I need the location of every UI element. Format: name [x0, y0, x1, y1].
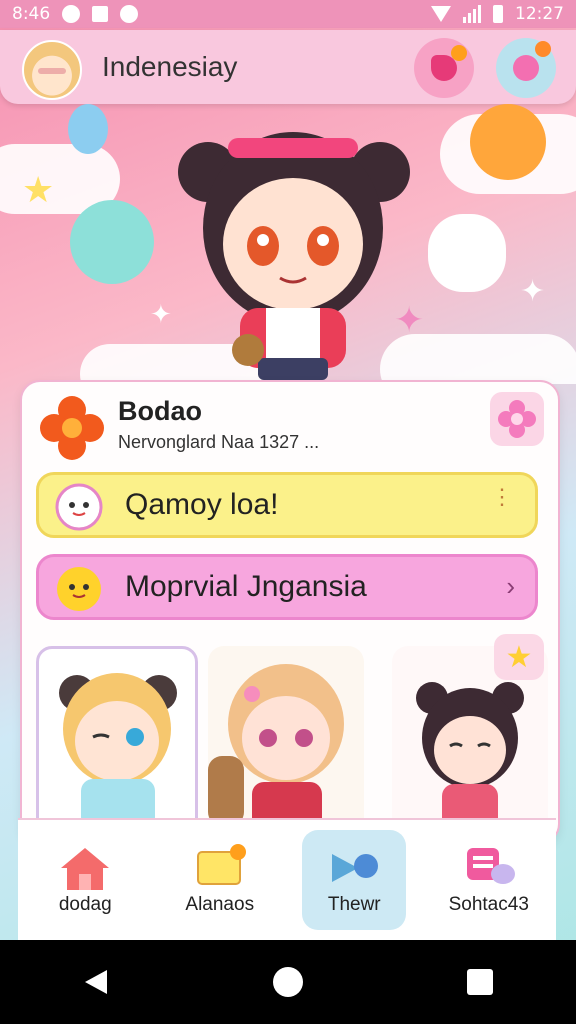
star-button[interactable]: ★ [494, 634, 544, 680]
app-header: Indenesiay [0, 30, 576, 104]
balloon-decoration [70, 200, 154, 284]
greeting-row-button[interactable]: Qamoy loa! ⋮ [36, 472, 538, 538]
bottom-nav: dodag Alanaos Thewr Sohtac43 [18, 818, 556, 940]
nav-item-video[interactable]: Thewr [302, 830, 407, 930]
message-icon [466, 848, 515, 884]
home-button[interactable] [264, 958, 312, 1006]
more-icon[interactable]: ⋮ [491, 486, 513, 508]
status-bar: 8:46 12:27 [0, 0, 576, 28]
system-nav-bar [0, 940, 576, 1024]
chibi-girl-illustration [178, 132, 410, 380]
chat-bubble-icon [431, 45, 467, 81]
app-notification-icon [92, 6, 109, 22]
signal-icon [463, 5, 481, 23]
sun-icon [57, 567, 101, 611]
notification-icon [62, 5, 81, 23]
home-icon [273, 967, 303, 997]
profile-name: Bodao [118, 396, 202, 426]
channel-row-label: Moprvial Jngansia [125, 570, 367, 603]
nav-item-chat[interactable]: Alanaos [168, 830, 272, 930]
star-icon: ★ [22, 170, 55, 211]
main-card: Bodao Nervonglard Naa 1327 ... Qamoy loa… [20, 380, 560, 844]
balloon-decoration [68, 104, 108, 154]
chevron-right-icon: › [506, 571, 515, 601]
back-button[interactable] [72, 958, 120, 1006]
ghost-decoration [428, 214, 506, 292]
nav-label: dodag [58, 894, 112, 915]
status-left: 8:46 [12, 4, 139, 24]
sync-icon [120, 5, 139, 23]
sun-face-icon [55, 483, 103, 531]
profile-subtitle: Nervonglard Naa 1327 ... [118, 432, 320, 452]
character-card[interactable] [208, 646, 364, 836]
chibi-girl-blonde-illustration [208, 664, 344, 832]
back-icon [85, 970, 107, 994]
nav-label: Alanaos [185, 894, 255, 915]
flower-icon [513, 41, 551, 81]
house-icon [61, 848, 110, 890]
nav-label: Thewr [327, 894, 381, 915]
page-title: Indenesiay [102, 51, 238, 82]
star-icon: ★ [505, 639, 533, 675]
avatar[interactable] [22, 40, 82, 100]
star-icon: ✦ [520, 274, 546, 309]
character-card[interactable] [36, 646, 198, 842]
recents-icon [467, 969, 493, 995]
chibi-boy-illustration [59, 673, 177, 829]
nav-item-home[interactable]: dodag [33, 830, 137, 930]
status-right: 12:27 [431, 4, 564, 24]
battery-icon [493, 5, 503, 23]
favorite-button[interactable] [490, 392, 544, 446]
wifi-icon [431, 6, 451, 22]
nav-label: Sohtac43 [448, 894, 529, 915]
flower-button[interactable] [496, 38, 556, 98]
flower-icon [40, 396, 104, 460]
video-icon [332, 854, 379, 882]
status-left-text: 8:46 [12, 4, 51, 24]
hero-illustration: ★ ✦ ✦ ✦ [0, 104, 576, 384]
greeting-row-label: Qamoy loa! [125, 488, 279, 521]
nav-item-messages[interactable]: Sohtac43 [437, 830, 541, 930]
status-time: 12:27 [515, 4, 564, 24]
balloon-decoration [470, 104, 546, 180]
flower-icon [498, 400, 536, 438]
notification-button[interactable] [414, 38, 474, 98]
channel-row-button[interactable]: Moprvial Jngansia › [36, 554, 538, 620]
chat-icon [196, 844, 246, 885]
recents-button[interactable] [456, 958, 504, 1006]
